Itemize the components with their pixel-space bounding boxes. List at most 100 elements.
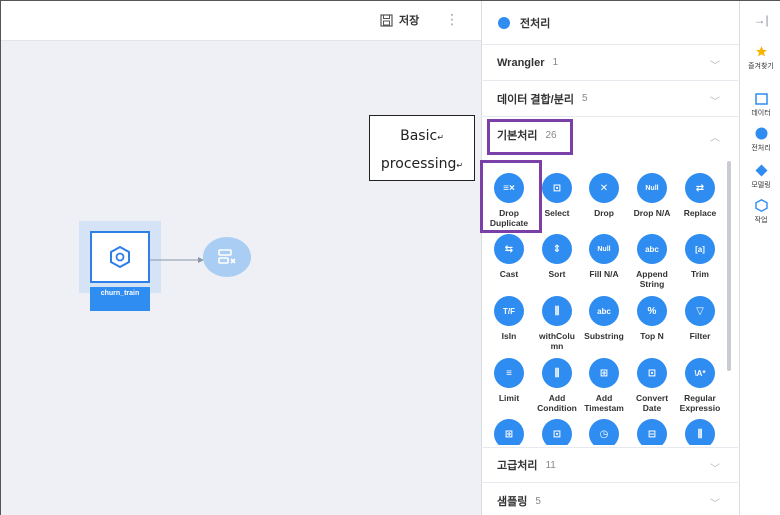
fill-na-icon: Null xyxy=(589,234,619,264)
preprocess-icon xyxy=(755,127,767,140)
rail-label: 즐겨찾기 xyxy=(748,63,774,70)
section-count: 1 xyxy=(552,57,559,68)
tool-label: withColumn xyxy=(539,331,575,351)
callout-mark-2: ↵ xyxy=(456,161,464,170)
limit-icon: ≡ xyxy=(494,358,524,388)
source-node[interactable] xyxy=(90,231,150,283)
tool-substring[interactable]: abc Substring xyxy=(578,296,630,341)
tool-label: Replace xyxy=(683,208,717,218)
save-icon xyxy=(380,13,393,27)
tool-replace[interactable]: ⇄ Replace xyxy=(674,173,726,218)
tool-scrollbar[interactable] xyxy=(727,161,731,371)
preprocess-dot-icon xyxy=(498,16,510,29)
tool-date[interactable]: ⊞ xyxy=(483,419,535,445)
source-node-label: churn_train xyxy=(90,287,150,311)
tool-highlight xyxy=(480,160,542,233)
callout-mark: ↵ xyxy=(437,133,444,142)
section-wrangler[interactable]: Wrangler 1 ﹀ xyxy=(481,45,738,81)
add-condition-icon: ⫼ xyxy=(542,358,572,388)
tool-column[interactable]: ⫼ xyxy=(674,419,726,445)
hexagon-icon xyxy=(110,245,130,269)
tool-top-n[interactable]: % Top N xyxy=(626,296,678,341)
tool-isin[interactable]: T/F IsIn xyxy=(483,296,535,341)
tool-add-timestamp[interactable]: ⊞ Add Timestam xyxy=(578,358,630,413)
tool-cast[interactable]: ⇆ Cast xyxy=(483,234,535,279)
cast-icon: ⇆ xyxy=(494,234,524,264)
section-highlight xyxy=(487,119,573,155)
star-icon xyxy=(755,46,767,57)
panel-title: 전처리 xyxy=(520,17,551,30)
rail-item-modeling[interactable]: 모델링 xyxy=(740,164,780,190)
tool-label: Trim xyxy=(691,269,709,279)
tool-label: Top N xyxy=(640,331,664,341)
tool-label: Drop N/A xyxy=(633,208,671,218)
data-icon xyxy=(754,93,768,105)
section-sampling[interactable]: 샘플링 5 ﹀ xyxy=(481,483,738,515)
column-icon: ⫼ xyxy=(685,419,715,445)
tool-label: Append String xyxy=(636,269,668,289)
isin-icon: T/F xyxy=(494,296,524,326)
rail-item-preprocess[interactable]: 전처리 xyxy=(740,127,780,153)
rail-item-data[interactable]: 데이터 xyxy=(740,93,780,118)
tool-label: Regular Expressio xyxy=(679,393,721,413)
sort-icon: ⇕ xyxy=(542,234,572,264)
tool-append-string[interactable]: abc Append String xyxy=(626,234,678,289)
section-title: 고급처리 xyxy=(497,460,538,472)
tool-calendar[interactable]: ⊡ xyxy=(531,419,583,445)
tool-label: IsIn xyxy=(501,331,517,341)
section-join-split[interactable]: 데이터 결합/분리 5 ﹀ xyxy=(481,81,738,117)
filter-icon: ▽ xyxy=(685,296,715,326)
calendar-icon: ⊡ xyxy=(542,419,572,445)
rail-item-favorites[interactable]: 즐겨찾기 xyxy=(740,45,780,71)
section-count: 5 xyxy=(535,495,541,507)
convert-date-icon: ⊡ xyxy=(637,358,667,388)
tool-limit[interactable]: ≡ Limit xyxy=(483,358,535,403)
drop-icon: ✕ xyxy=(589,173,619,203)
tool-regex[interactable]: \A* Regular Expressio xyxy=(674,358,726,413)
drop-duplicate-node[interactable] xyxy=(203,237,251,277)
tool-split[interactable]: ⊟ xyxy=(626,419,678,445)
tool-label: Limit xyxy=(498,393,520,403)
tool-with-column[interactable]: ⫼ withColumn xyxy=(531,296,583,351)
chevron-down-icon: ﹀ xyxy=(710,499,720,510)
substring-icon: abc xyxy=(589,296,619,326)
tool-add-condition[interactable]: ⫼ Add Condition xyxy=(531,358,583,413)
tool-trim[interactable]: [a] Trim xyxy=(674,234,726,279)
tool-label: Fill N/A xyxy=(589,269,619,279)
annotation-callout: Basic↵ processing↵ xyxy=(369,115,475,181)
clock-icon: ◷ xyxy=(589,419,619,445)
tool-clock[interactable]: ◷ xyxy=(578,419,630,445)
tool-drop-na[interactable]: Null Drop N/A xyxy=(626,173,678,218)
chevron-down-icon: ﹀ xyxy=(710,464,720,475)
select-icon: ⊡ xyxy=(542,173,572,203)
collapse-panel-button[interactable]: →| xyxy=(740,13,780,27)
rail-label: 모델링 xyxy=(751,182,771,189)
callout-line-2: processing xyxy=(380,156,457,172)
add-timestamp-icon: ⊞ xyxy=(589,358,619,388)
rail-label: 전처리 xyxy=(751,145,771,152)
section-title: 샘플링 xyxy=(497,496,528,508)
right-rail: →| 즐겨찾기 데이터 전처리 모델링 작업 xyxy=(739,1,780,515)
tool-convert-date[interactable]: ⊡ Convert Date xyxy=(626,358,678,413)
tool-fill-na[interactable]: Null Fill N/A xyxy=(578,234,630,279)
section-title: 데이터 결합/분리 xyxy=(497,93,574,106)
more-options-button[interactable]: ⋮ xyxy=(445,11,459,28)
chevron-down-icon: ﹀ xyxy=(710,61,720,72)
tool-label: Filter xyxy=(689,331,711,341)
drop-na-icon: Null xyxy=(637,173,667,203)
tool-filter[interactable]: ▽ Filter xyxy=(674,296,726,341)
tool-label: Substring xyxy=(584,331,624,341)
tool-sort[interactable]: ⇕ Sort xyxy=(531,234,583,279)
tool-drop[interactable]: ✕ Drop xyxy=(578,173,630,218)
replace-icon: ⇄ xyxy=(685,173,715,203)
rail-item-task[interactable]: 작업 xyxy=(740,199,780,225)
section-advanced[interactable]: 고급처리 11 ﹀ xyxy=(481,447,738,483)
panel-header: 전처리 xyxy=(482,1,739,45)
save-button[interactable]: 저장 xyxy=(380,12,419,28)
rail-label: 데이터 xyxy=(751,110,771,117)
tool-label: Add Condition xyxy=(537,393,577,413)
tool-label: Convert Date xyxy=(635,393,669,413)
section-title: Wrangler xyxy=(497,56,545,69)
canvas-toolbar: 저장 ⋮ xyxy=(1,1,481,41)
tool-label: Sort xyxy=(548,269,566,279)
